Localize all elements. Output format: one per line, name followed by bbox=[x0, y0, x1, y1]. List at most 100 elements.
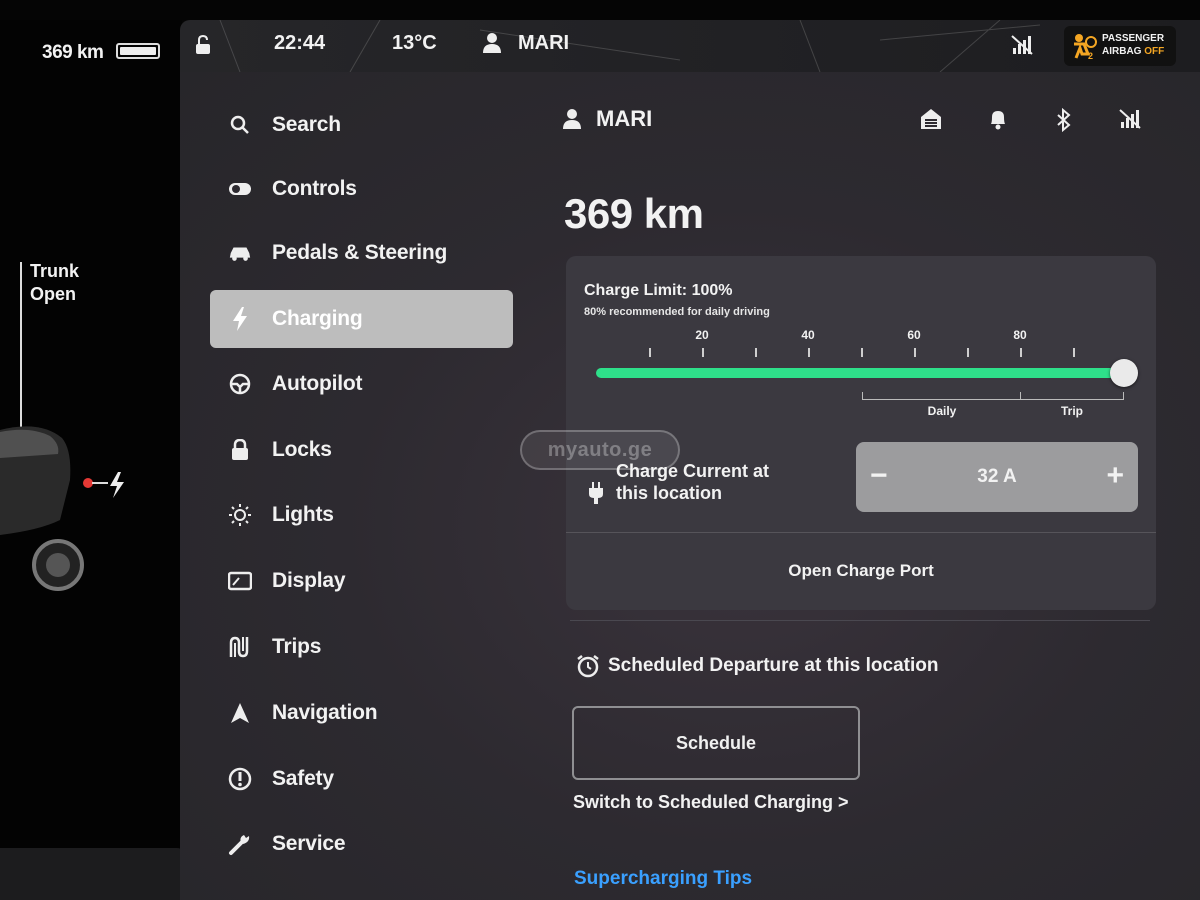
garage-icon[interactable] bbox=[920, 108, 942, 130]
scale-tick bbox=[1073, 348, 1075, 357]
sidebar-item-charging[interactable]: Charging bbox=[210, 290, 513, 348]
scale-label: 60 bbox=[907, 328, 921, 342]
charge-limit-slider-track[interactable] bbox=[596, 368, 1126, 378]
lock-icon bbox=[228, 438, 252, 462]
sidebar-item-service[interactable]: Service bbox=[210, 815, 513, 873]
no-signal-icon bbox=[1119, 109, 1141, 129]
trips-icon bbox=[228, 635, 252, 659]
charge-current-value: 32 A bbox=[977, 466, 1017, 487]
sidebar-item-lights[interactable]: Lights bbox=[210, 486, 513, 544]
settings-window: Search Controls Pedals & Steering Chargi… bbox=[180, 72, 1200, 900]
sidebar-item-pedals-steering[interactable]: Pedals & Steering bbox=[210, 224, 513, 282]
battery-icon bbox=[116, 43, 160, 59]
sidebar-item-label: Lights bbox=[272, 503, 334, 526]
schedule-button[interactable]: Schedule bbox=[572, 706, 860, 780]
open-charge-port-button[interactable]: Open Charge Port bbox=[566, 532, 1156, 610]
sidebar-item-trips[interactable]: Trips bbox=[210, 618, 513, 676]
scale-label: 20 bbox=[695, 328, 709, 342]
no-signal-icon bbox=[1011, 35, 1033, 55]
daily-label: Daily bbox=[927, 404, 957, 418]
passenger-airbag-status: 2 PASSENGER AIRBAG OFF bbox=[1064, 26, 1176, 66]
range-indicator: 369 km bbox=[42, 42, 104, 63]
scale-tick bbox=[649, 348, 651, 357]
safety-icon bbox=[228, 767, 252, 791]
car-image bbox=[0, 426, 124, 591]
outside-temperature: 13°C bbox=[392, 32, 437, 54]
sidebar-item-label: Charging bbox=[272, 307, 363, 330]
plug-icon bbox=[589, 482, 603, 504]
search-icon bbox=[228, 113, 252, 137]
airbag-off-status: OFF bbox=[1144, 46, 1165, 57]
profile-button[interactable]: MARI bbox=[562, 106, 652, 132]
increase-current-button[interactable]: + bbox=[1106, 461, 1124, 491]
trip-range-bracket bbox=[1020, 392, 1124, 400]
display-icon bbox=[228, 569, 252, 593]
scale-tick bbox=[1020, 348, 1022, 357]
estimated-range: 369 km bbox=[564, 190, 704, 237]
sidebar-item-search[interactable]: Search bbox=[210, 96, 513, 154]
navigation-icon bbox=[228, 701, 252, 725]
watermark-logo: myauto.ge bbox=[520, 430, 680, 470]
sidebar-item-label: Navigation bbox=[272, 701, 378, 724]
map-background bbox=[219, 20, 1041, 72]
wrench-icon bbox=[228, 832, 252, 856]
sidebar-item-safety[interactable]: Safety bbox=[210, 750, 513, 808]
trip-label: Trip bbox=[1060, 404, 1084, 418]
trunk-label-line2: Open bbox=[30, 284, 77, 304]
airbag-label-line2: AIRBAG bbox=[1102, 46, 1142, 57]
airbag-label-line1: PASSENGER bbox=[1102, 33, 1165, 44]
user-icon bbox=[483, 33, 501, 53]
sidebar-item-display[interactable]: Display bbox=[210, 552, 513, 610]
bell-icon[interactable] bbox=[988, 108, 1008, 130]
sidebar-item-label: Pedals & Steering bbox=[272, 241, 448, 264]
sidebar-item-autopilot[interactable]: Autopilot bbox=[210, 355, 513, 413]
sidebar-item-controls[interactable]: Controls bbox=[210, 160, 513, 218]
scale-tick bbox=[861, 348, 863, 357]
toggle-icon bbox=[228, 177, 252, 201]
scale-tick bbox=[755, 348, 757, 357]
sidebar-item-label: Controls bbox=[272, 177, 357, 200]
charge-limit-slider-thumb[interactable] bbox=[1110, 359, 1138, 387]
trunk-open-button[interactable]: Trunk Open bbox=[30, 260, 79, 306]
sidebar-item-label: Trips bbox=[272, 635, 322, 658]
scale-tick bbox=[914, 348, 916, 357]
sidebar-item-label: Locks bbox=[272, 438, 332, 461]
steering-wheel-icon bbox=[228, 372, 252, 396]
scale-label: 80 bbox=[1013, 328, 1027, 342]
scheduled-departure-heading: Scheduled Departure at this location bbox=[576, 654, 938, 678]
sidebar-item-navigation[interactable]: Navigation bbox=[210, 684, 513, 742]
charge-limit-subtitle: 80% recommended for daily driving bbox=[584, 306, 770, 318]
scale-tick bbox=[967, 348, 969, 357]
switch-scheduled-charging-link[interactable]: Switch to Scheduled Charging > bbox=[573, 792, 849, 813]
charge-limit-title: Charge Limit: 100% bbox=[584, 282, 733, 299]
trunk-label-line1: Trunk bbox=[30, 261, 80, 281]
bluetooth-icon[interactable] bbox=[1055, 108, 1073, 132]
scheduled-departure-label: Scheduled Departure at this location bbox=[608, 655, 939, 676]
status-bar: 22:44 13°C MARI 2 PASSENGER AIRBAG OFF bbox=[180, 20, 1200, 72]
bottom-tile[interactable] bbox=[0, 848, 185, 900]
charge-current-stepper: − 32 A + bbox=[856, 442, 1138, 512]
svg-text:2: 2 bbox=[1088, 51, 1093, 60]
sidebar-item-label: Autopilot bbox=[272, 372, 363, 395]
sidebar-item-label: Display bbox=[272, 569, 346, 592]
sidebar-item-locks[interactable]: Locks bbox=[210, 421, 513, 479]
driver-profile-name[interactable]: MARI bbox=[518, 32, 569, 55]
car-panel: 369 km Trunk Open bbox=[0, 20, 185, 900]
charge-port-icon bbox=[83, 478, 93, 488]
daily-range-bracket bbox=[862, 392, 1020, 400]
light-icon bbox=[228, 503, 252, 527]
car-icon bbox=[228, 241, 252, 265]
sidebar-item-label: Service bbox=[272, 832, 346, 855]
user-icon bbox=[563, 109, 581, 129]
bolt-icon bbox=[228, 307, 252, 331]
supercharging-tips-link[interactable]: Supercharging Tips bbox=[574, 868, 752, 890]
scale-tick bbox=[808, 348, 810, 357]
profile-name: MARI bbox=[596, 106, 653, 131]
sidebar-item-label: Safety bbox=[272, 767, 334, 790]
airbag-icon: 2 bbox=[1074, 34, 1097, 60]
section-divider bbox=[570, 620, 1150, 621]
scale-label: 40 bbox=[801, 328, 815, 342]
lock-open-icon[interactable] bbox=[192, 34, 214, 56]
sidebar-item-label: Search bbox=[272, 113, 341, 136]
scale-tick bbox=[702, 348, 704, 357]
